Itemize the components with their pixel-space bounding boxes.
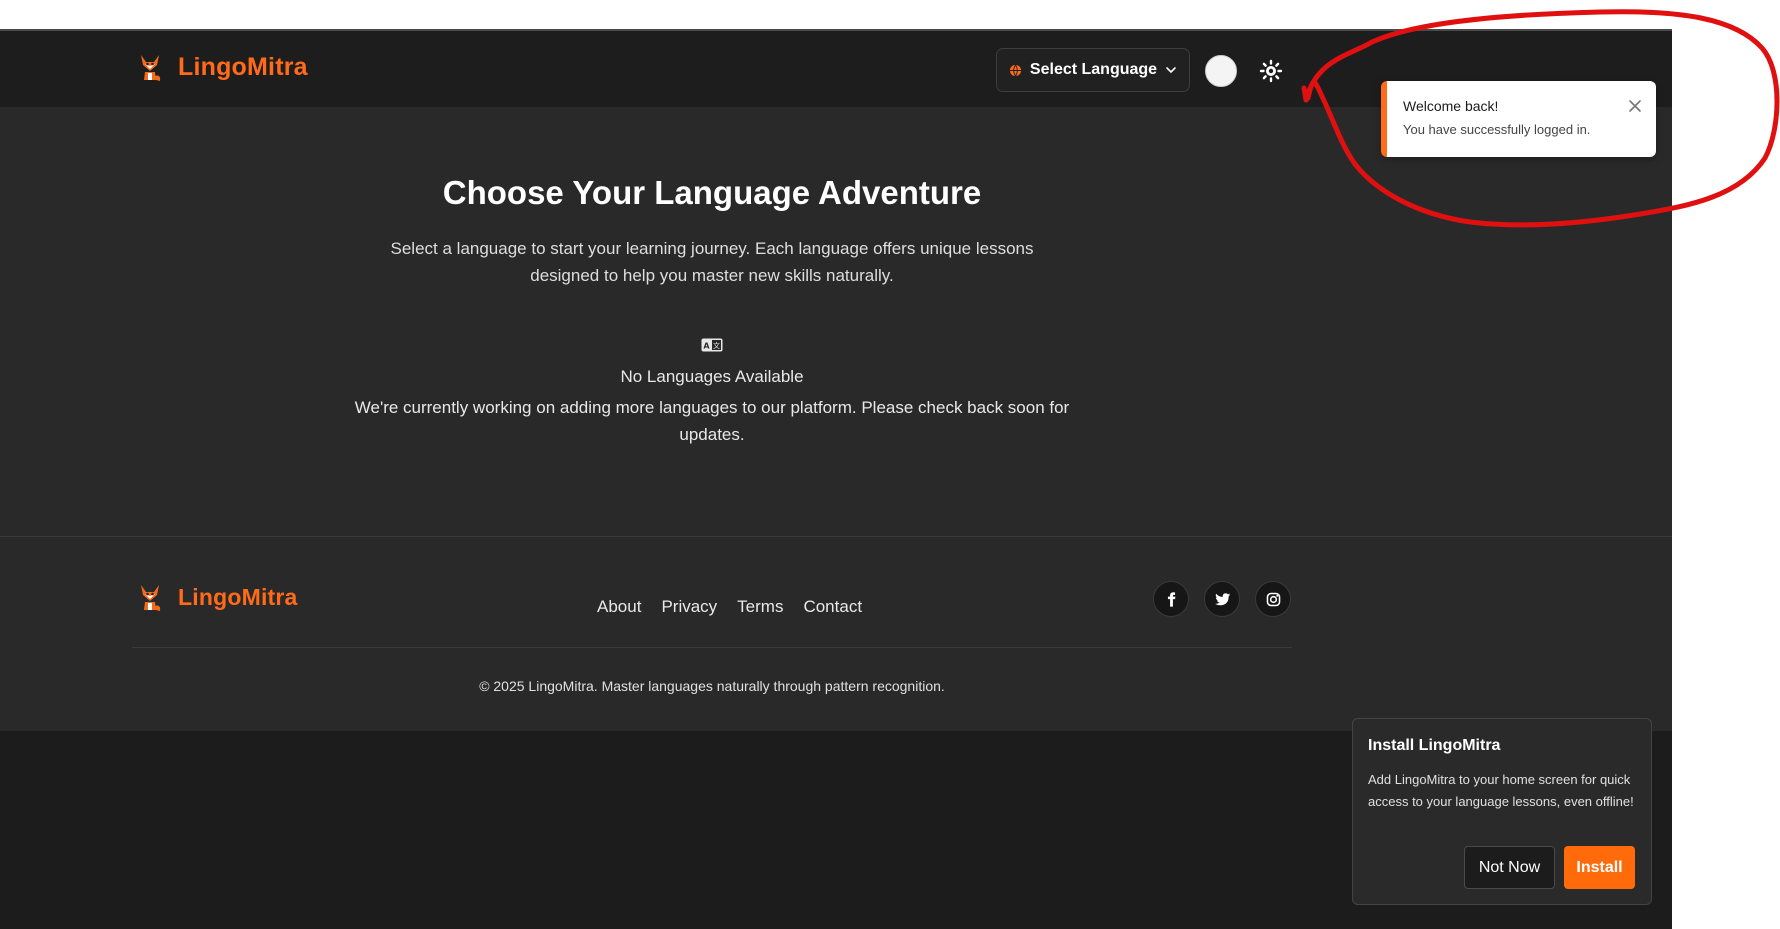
install-app-prompt: Install LingoMitra Add LingoMitra to you… (1352, 718, 1652, 905)
footer-brand[interactable]: LingoMitra (138, 582, 298, 612)
brand-name: LingoMitra (178, 52, 308, 81)
facebook-link[interactable] (1153, 581, 1189, 617)
toast-title: Welcome back! (1403, 98, 1499, 114)
header-brand[interactable]: LingoMitra (138, 52, 308, 82)
footer-link-terms[interactable]: Terms (737, 597, 783, 617)
fox-logo-icon (141, 55, 161, 81)
instagram-link[interactable] (1255, 581, 1291, 617)
language-card-icon: A 文 (701, 338, 723, 352)
footer-divider (132, 647, 1292, 648)
empty-state-title: No Languages Available (620, 367, 804, 386)
facebook-icon (1167, 591, 1175, 607)
install-title: Install LingoMitra (1368, 737, 1501, 754)
footer-link-privacy[interactable]: Privacy (661, 597, 717, 617)
screenshot-stage: LingoMitra Select Language Choose Your L… (0, 0, 1780, 929)
twitter-link[interactable] (1204, 581, 1240, 617)
footer-link-contact[interactable]: Contact (803, 597, 862, 617)
instagram-icon (1266, 592, 1280, 606)
close-icon[interactable] (1628, 99, 1642, 113)
not-now-button[interactable]: Not Now (1464, 846, 1555, 889)
language-select-label: Select Language (1029, 61, 1158, 78)
language-selection-section: Choose Your Language Adventure Select a … (0, 107, 1672, 536)
social-links (1153, 581, 1291, 617)
chevron-down-icon (1166, 67, 1176, 74)
globe-icon (1009, 64, 1021, 76)
language-select-button[interactable]: Select Language (996, 48, 1190, 92)
toast-message: You have successfully logged in. (1403, 122, 1591, 137)
theme-toggle-sun-icon[interactable] (1259, 59, 1283, 83)
footer-link-about[interactable]: About (597, 597, 641, 617)
footer-links: About Privacy Terms Contact (597, 597, 862, 617)
page-title: Choose Your Language Adventure (442, 174, 982, 211)
empty-state-text: We're currently working on adding more l… (354, 398, 1070, 444)
install-button[interactable]: Install (1564, 846, 1635, 889)
footer: LingoMitra About Privacy Terms Contact ©… (0, 536, 1672, 731)
fox-logo-icon (141, 585, 161, 611)
user-avatar[interactable] (1205, 55, 1237, 87)
svg-text:文: 文 (713, 341, 720, 350)
twitter-icon (1214, 592, 1230, 605)
browser-viewport: LingoMitra Select Language Choose Your L… (0, 29, 1672, 929)
install-text: Add LingoMitra to your home screen for q… (1368, 772, 1634, 809)
copyright-text: © 2025 LingoMitra. Master languages natu… (479, 678, 945, 694)
svg-text:A: A (703, 342, 710, 351)
login-toast: Welcome back! You have successfully logg… (1381, 81, 1656, 157)
brand-name: LingoMitra (178, 583, 298, 610)
page-subtitle: Select a language to start your learning… (390, 239, 1034, 285)
